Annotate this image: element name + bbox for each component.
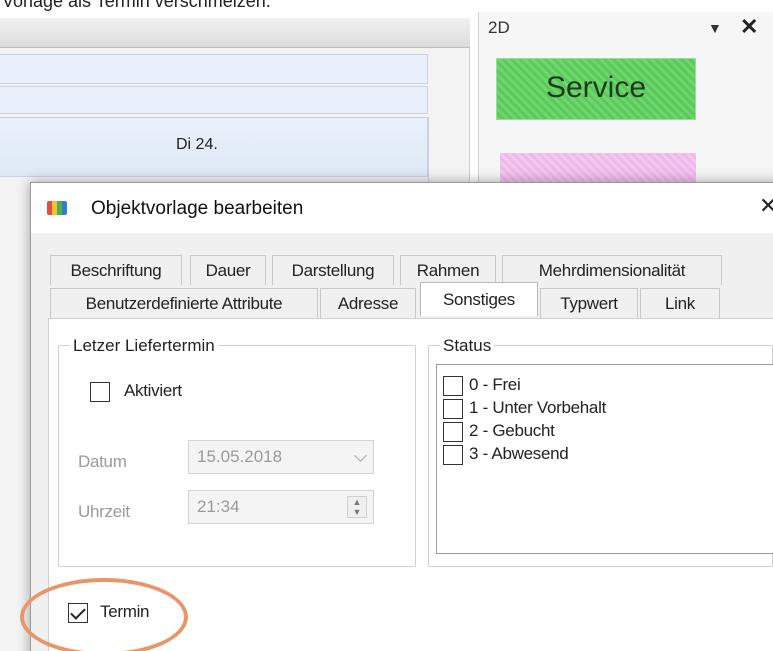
highlight-circle [20,578,188,651]
dropdown-arrow-icon[interactable]: ▼ [708,20,722,36]
status-checkbox[interactable] [443,445,463,465]
close-icon[interactable]: ✕ [759,193,773,219]
tab-adresse[interactable]: Adresse [320,288,416,318]
group-title-status: Status [440,336,495,356]
chevron-down-icon[interactable] [354,449,367,462]
tab-benutzerdefinierte-attribute[interactable]: Benutzerdefinierte Attribute [50,288,318,318]
tab-sonstiges[interactable]: Sonstiges [420,282,538,316]
status-label: 0 - Frei [469,375,521,394]
scheduler-header-bar [0,18,470,48]
status-list: 0 - Frei 1 - Unter Vorbehalt 2 - Gebucht… [436,364,773,554]
caption-text: Vorlage als Termin verschmelzen. [0,0,470,18]
status-label: 2 - Gebucht [469,421,555,440]
tab-dauer[interactable]: Dauer [190,255,266,285]
aktiviert-checkbox[interactable] [90,382,110,402]
tab-darstellung[interactable]: Darstellung [272,255,394,285]
spinner-icon[interactable]: ▲ ▼ [347,496,367,518]
tab-typwert[interactable]: Typwert [540,288,638,318]
close-icon[interactable]: ✕ [740,14,758,40]
app-icon [47,201,67,215]
dialog-titlebar[interactable]: Objektvorlage bearbeiten ✕ [31,183,773,233]
status-checkbox[interactable] [443,399,463,419]
service-label: Service [545,71,647,104]
tab-rahmen[interactable]: Rahmen [400,255,496,285]
group-title-letzter-liefertermin: Letzer Liefertermin [70,336,218,356]
status-checkbox[interactable] [443,422,463,442]
status-checkbox[interactable] [443,376,463,396]
aktiviert-label: Aktiviert [124,381,182,400]
uhrzeit-label: Uhrzeit [78,502,130,521]
tab-mehrdimensionalitaet[interactable]: Mehrdimensionalität [502,255,722,285]
dialog-title: Objektvorlage bearbeiten [91,198,304,219]
status-label: 1 - Unter Vorbehalt [469,398,606,417]
uhrzeit-input[interactable]: 21:34 ▲ ▼ [188,490,374,524]
uhrzeit-value: 21:34 [197,497,240,516]
tab-beschriftung[interactable]: Beschriftung [50,255,182,285]
scheduler-row [0,54,428,84]
tab-link[interactable]: Link [640,288,720,318]
datum-value: 15.05.2018 [197,447,283,466]
datum-label: Datum [78,452,127,471]
panel-2d-title: 2D [488,18,510,37]
status-label: 3 - Abwesend [469,444,569,463]
scheduler-row [0,86,428,114]
day-label: Di 24. [176,136,218,153]
service-template-tile[interactable]: Service [496,58,696,120]
datum-picker[interactable]: 15.05.2018 [188,440,374,474]
